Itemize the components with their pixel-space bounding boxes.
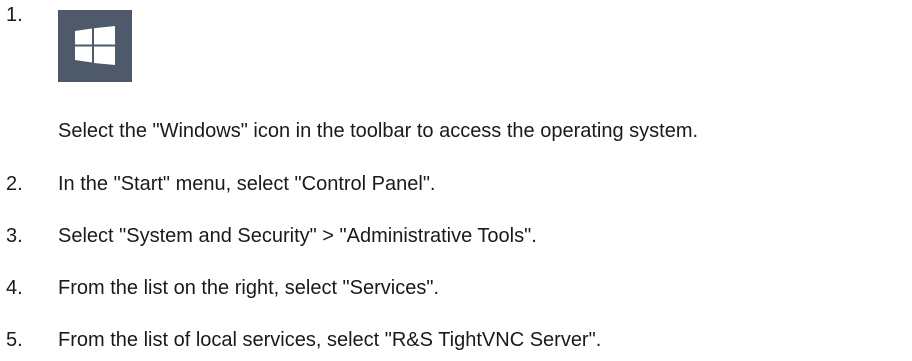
step-number: 2.	[6, 173, 23, 195]
step-number: 5.	[6, 329, 23, 351]
step-text: From the list of local services, select …	[58, 329, 602, 351]
step-number: 1.	[6, 4, 23, 26]
windows-logo-icon	[75, 26, 115, 65]
step-number: 4.	[6, 277, 23, 299]
step-text: Select "System and Security" > "Administ…	[58, 225, 537, 247]
windows-icon	[58, 10, 132, 82]
step-text: From the list on the right, select "Serv…	[58, 277, 440, 299]
step-text: In the "Start" menu, select "Control Pan…	[58, 173, 436, 195]
step-text: Select the "Windows" icon in the toolbar…	[58, 120, 699, 142]
step-number: 3.	[6, 225, 23, 247]
